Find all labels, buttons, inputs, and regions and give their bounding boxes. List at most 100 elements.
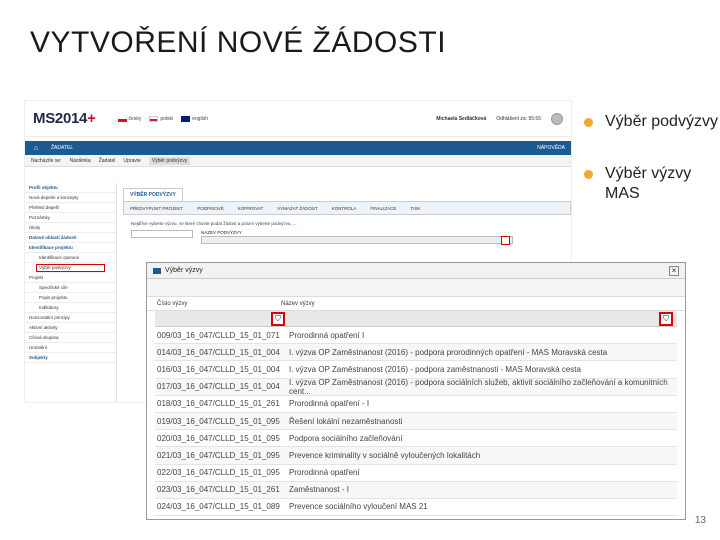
- sidebar-item[interactable]: Výběr podvýzvy: [35, 263, 106, 273]
- call-number-cell: 024/03_16_047/CLLD_15_01_089: [157, 502, 280, 512]
- sidebar-item[interactable]: Cílová skupina: [25, 333, 116, 343]
- sidebar-item[interactable]: Profil objektu: [25, 183, 116, 193]
- sidebar-item[interactable]: Projekt: [25, 273, 116, 283]
- call-name-cell: Prevence sociálního vyloučení MAS 21: [289, 502, 428, 512]
- bullet-text: Výběr výzvy MAS: [605, 165, 692, 202]
- flag-cz-icon: [117, 115, 127, 122]
- call-number-cell: 023/03_16_047/CLLD_15_01_261: [157, 485, 280, 495]
- table-row[interactable]: 018/03_16_047/CLLD_15_01_261 Prorodinná o…: [155, 396, 677, 413]
- slide-title: VYTVOŘENÍ NOVÉ ŽÁDOSTI: [30, 26, 447, 59]
- call-number-cell: 019/03_16_047/CLLD_15_01_095: [157, 416, 280, 426]
- breadcrumb-current[interactable]: Výběr podvýzvy: [148, 156, 191, 165]
- table-row[interactable]: 021/03_16_047/CLLD_15_01_095 Prevence kri…: [155, 447, 677, 465]
- sidebar-item[interactable]: Nová depeše a koncepty: [25, 193, 116, 203]
- sidebar-item[interactable]: Indikátory: [25, 303, 116, 313]
- filter-icon[interactable]: ⛉: [271, 312, 285, 326]
- sidebar-item[interactable]: Horizontální principy: [25, 313, 116, 323]
- lang-english[interactable]: english: [181, 115, 208, 122]
- code-field[interactable]: [131, 230, 193, 238]
- call-name-cell: Prorodinná opatření: [289, 468, 360, 478]
- sidebar-item[interactable]: Identifikace projektu: [25, 243, 116, 253]
- table-row[interactable]: 017/03_16_047/CLLD_15_01_004 I. výzva OP …: [155, 377, 677, 396]
- avatar[interactable]: [551, 112, 563, 125]
- call-name-cell: I. výzva OP Zaměstnanost (2016) - podpor…: [289, 377, 668, 396]
- sidebar-item[interactable]: Přehled depeší: [25, 203, 116, 213]
- form-row: NÁZEV PODVÝZVY: [131, 230, 563, 245]
- table-row[interactable]: 016/03_16_047/CLLD_15_01_004 I. výzva OP …: [155, 361, 677, 379]
- table-row[interactable]: 022/03_16_047/CLLD_15_01_095 Prorodinná o…: [155, 465, 677, 482]
- filter-icon[interactable]: ⛉: [659, 312, 673, 326]
- toolbar-button[interactable]: PODPISOVÉ: [197, 206, 224, 211]
- table-row[interactable]: 024/03_16_047/CLLD_15_01_089 Prevence soc…: [155, 499, 677, 517]
- session-timer: Odhlášení za: 55:55: [496, 115, 541, 122]
- dialog-titlebar: Výběr výzvy ×: [147, 263, 685, 279]
- bullet-dot-icon: [584, 170, 593, 179]
- table-row[interactable]: 009/03_16_047/CLLD_15_01_071 Prorodinná o…: [155, 327, 677, 345]
- table-row[interactable]: 019/03_16_047/CLLD_15_01_095 Řešení lokál…: [155, 412, 677, 431]
- app-logo[interactable]: MS2014+: [33, 110, 96, 127]
- sidebar-item[interactable]: Datové oblasti žádosti: [25, 233, 116, 243]
- tab-vyber-podvyzvy[interactable]: VÝBĚR PODVÝZVY: [123, 188, 183, 201]
- toolbar-button[interactable]: TISK: [410, 206, 420, 211]
- call-number-cell: 021/03_16_047/CLLD_15_01_095: [157, 450, 280, 460]
- instruction-text: Nejdříve vyberte výzvu, ve které chcete …: [131, 221, 297, 226]
- flag-pl-icon: [149, 115, 159, 122]
- breadcrumb-item[interactable]: Žadatel: [99, 158, 116, 164]
- breadcrumb-label: Nacházíte se:: [31, 157, 62, 164]
- lang-polish[interactable]: polski: [149, 115, 173, 122]
- col-header-number[interactable]: Číslo výzvy: [147, 301, 281, 307]
- sidebar-item[interactable]: Specifické cíle: [25, 283, 116, 293]
- help-link[interactable]: NÁPOVĚDA: [537, 145, 565, 151]
- select-list-button[interactable]: [501, 236, 510, 245]
- table-row[interactable]: 020/03_16_047/CLLD_15_01_095 Podpora soci…: [155, 430, 677, 448]
- call-name-cell: Zaměstnanost - I: [289, 485, 350, 495]
- call-name-cell: Podpora sociálního začleňování: [289, 433, 403, 443]
- sidebar-item[interactable]: Popis projektu: [25, 293, 116, 303]
- call-name-cell: Řešení lokální nezaměstnanosti: [289, 416, 403, 426]
- call-name-cell: Prevence kriminality v sociálně vyloučen…: [289, 450, 481, 460]
- table-row[interactable]: 023/03_16_047/CLLD_15_01_261 Zaměstnanost…: [155, 481, 677, 499]
- table-header: Číslo výzvy Název výzvy: [147, 297, 685, 311]
- sidebar-item[interactable]: Úkoly: [25, 223, 116, 233]
- call-number-cell: 017/03_16_047/CLLD_15_01_004: [157, 382, 280, 392]
- close-icon[interactable]: ×: [669, 265, 679, 276]
- toolbar-button[interactable]: VYMAZAT ŽÁDOST: [277, 206, 317, 211]
- page-number: 13: [694, 515, 706, 526]
- home-icon[interactable]: ⌂: [31, 143, 41, 153]
- app-topbar: MS2014+ česky polski english Michaela Se…: [25, 101, 571, 137]
- toolbar-button[interactable]: KONTROLA: [332, 206, 357, 211]
- field-label: NÁZEV PODVÝZVY: [201, 230, 242, 235]
- dialog-title: Výběr výzvy: [165, 267, 203, 274]
- call-number-cell: 018/03_16_047/CLLD_15_01_261: [157, 399, 280, 409]
- bullet-text: Výběr podvýzvy: [605, 113, 718, 130]
- sidebar-item[interactable]: Identifikace operace: [25, 253, 116, 263]
- breadcrumb: Nacházíte se: Nástěnka Žadatel Upravte V…: [25, 155, 571, 167]
- breadcrumb-item[interactable]: Nástěnka: [70, 158, 91, 164]
- main-nav: ⌂ ŽADATEL NÁPOVĚDA: [25, 141, 571, 155]
- sidebar-item[interactable]: Subjekty: [25, 353, 116, 363]
- toolbar-button[interactable]: KOPÍROVAT: [238, 206, 264, 211]
- lang-czech[interactable]: česky: [117, 115, 141, 122]
- dialog-toolbar: [147, 279, 685, 297]
- sidebar-item[interactable]: Aktivní aktivity: [25, 323, 116, 333]
- call-number-cell: 016/03_16_047/CLLD_15_01_004: [157, 364, 280, 374]
- nav-zadatel[interactable]: ŽADATEL: [51, 145, 73, 151]
- toolbar-button[interactable]: FINALIZACE: [370, 206, 396, 211]
- call-name-cell: Prorodinná opatření I: [289, 330, 365, 340]
- call-table: 009/03_16_047/CLLD_15_01_071 Prorodinná o…: [155, 327, 677, 517]
- toolbar-button[interactable]: PŘEDVYPLNIT PROJEKT: [130, 206, 183, 211]
- user-info: Michaela Sedláčková Odhlášení za: 55:55: [436, 112, 563, 125]
- window-icon: [153, 267, 161, 274]
- bullet-item: Výběr podvýzvy: [584, 112, 720, 132]
- sidebar-item[interactable]: Poznámky: [25, 213, 116, 223]
- col-header-name[interactable]: Název výzvy: [281, 301, 315, 307]
- call-name-cell: Prorodinná opatření - I: [289, 399, 370, 409]
- language-switch: česky polski english: [117, 115, 208, 122]
- table-row[interactable]: 014/03_16_047/CLLD_15_01_004 I. výzva OP …: [155, 344, 677, 362]
- sidebar-item[interactable]: Umístění: [25, 343, 116, 353]
- action-toolbar: PŘEDVYPLNIT PROJEKT PODPISOVÉ KOPÍROVAT VYM…: [123, 201, 571, 215]
- breadcrumb-item[interactable]: Upravte: [123, 158, 141, 164]
- podvyzva-field[interactable]: [201, 236, 513, 245]
- user-name[interactable]: Michaela Sedláčková: [436, 116, 486, 122]
- call-number-cell: 009/03_16_047/CLLD_15_01_071: [157, 330, 280, 340]
